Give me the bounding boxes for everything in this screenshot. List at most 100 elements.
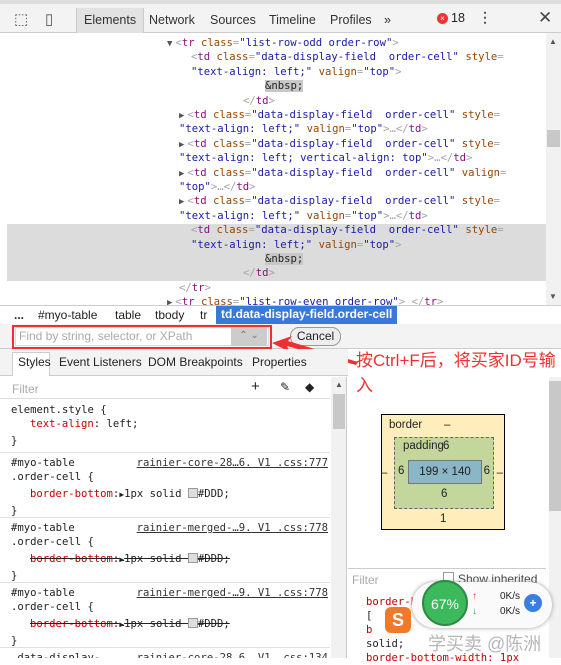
expand-toggle-icon[interactable]: ▼ (167, 39, 172, 49)
code-token: "list-row-even order-row" (239, 296, 399, 305)
code-token: class (194, 296, 233, 305)
dom-node-line[interactable]: ▶ <tr class="list-row-even order-row"> </… (7, 295, 546, 305)
code-token: class (206, 195, 245, 208)
dom-node-line[interactable]: </td> (7, 94, 546, 108)
breadcrumb: ... #myo-table table tbody tr td.data-di… (0, 305, 561, 324)
tab-styles[interactable]: Styles (18, 355, 51, 369)
dom-node-line[interactable]: <td class="data-display-field order-cell… (7, 50, 546, 64)
breadcrumb-ellipsis[interactable]: ... (14, 308, 24, 322)
code-token: "top" (179, 181, 211, 193)
tab-network[interactable]: Network (142, 8, 202, 33)
code-token: &nbsp; (265, 253, 304, 265)
rule-selector: #myo-table (11, 522, 75, 534)
dom-node-line[interactable]: "text-align: left;" valign="top"> (7, 238, 546, 252)
expand-toggle-icon[interactable]: ▶ (179, 169, 184, 179)
expand-toggle-icon[interactable]: ▶ (179, 197, 184, 207)
styles-scrollbar[interactable]: ▲ (331, 377, 347, 658)
padding-label: padding (403, 440, 444, 452)
error-count[interactable]: 18 (451, 11, 465, 25)
border-value: – (444, 419, 451, 431)
memory-gauge[interactable]: 67% (422, 580, 468, 626)
style-rule: #myo-table rainier-core-28…6. V1 .css:777… (0, 453, 330, 518)
dom-node-line[interactable]: ▶ <td class="data-display-field order-cel… (7, 194, 546, 208)
styles-filter-input[interactable]: Filter (12, 382, 39, 396)
scroll-thumb[interactable] (547, 130, 560, 147)
rule-source-link[interactable]: rainier-core-28…6. V1 .css:134 (137, 651, 328, 658)
code-token: valign (455, 166, 501, 179)
style-property[interactable]: border-bottom:▶1px solid #DDD; (30, 487, 230, 501)
device-mode-icon[interactable]: ▯ (45, 10, 53, 28)
dom-node-line[interactable]: "top">…</td> (7, 180, 546, 194)
expand-toggle-icon[interactable]: ▶ (167, 298, 172, 305)
dom-node-line[interactable]: "text-align: left;" valign="top"> (7, 65, 546, 79)
dom-node-line[interactable]: "text-align: left; vertical-align: top">… (7, 151, 546, 165)
code-token: "top" (363, 238, 396, 251)
dom-node-line[interactable]: &nbsp; (7, 252, 546, 266)
rule-source-link[interactable]: rainier-merged-…9. V1 .css:778 (137, 521, 328, 535)
error-icon[interactable]: × (437, 13, 448, 24)
menu-kebab-icon[interactable]: ⋮ (478, 9, 492, 26)
tab-timeline[interactable]: Timeline (262, 8, 323, 33)
breadcrumb-tr[interactable]: tr (200, 308, 207, 322)
dom-node-line[interactable]: ▶ <td class="data-display-field order-cel… (7, 108, 546, 122)
tab-event-listeners[interactable]: Event Listeners (59, 355, 142, 369)
rule-source-link[interactable]: rainier-core-28…6. V1 .css:777 (137, 456, 328, 470)
style-property[interactable]: border-bottom:▶1px solid #DDD; (30, 617, 230, 631)
dom-node-line[interactable]: </td> (7, 266, 546, 280)
rule-close-brace: } (11, 570, 18, 582)
padding-left: 6 (398, 465, 405, 477)
style-property[interactable]: border-bottom:▶1px solid #DDD; (30, 552, 230, 566)
computed-filter-input[interactable]: Filter (352, 573, 379, 587)
dom-node-line[interactable]: &nbsp; (7, 79, 546, 93)
breadcrumb-table[interactable]: table (115, 308, 141, 322)
sogou-ime-icon[interactable]: S (385, 607, 411, 633)
tab-dom-breakpoints[interactable]: DOM Breakpoints (148, 355, 243, 369)
new-rule-icon[interactable]: + (251, 378, 260, 395)
dom-node-line[interactable]: "text-align: left;" valign="top">…</td> (7, 209, 546, 223)
code-token: > (249, 181, 256, 193)
inspect-element-icon[interactable]: ⬚ (14, 10, 28, 28)
breadcrumb-td[interactable]: td.data-display-field.order-cell (216, 306, 398, 324)
tab-profiles[interactable]: Profiles (323, 8, 379, 33)
dom-node-line[interactable]: "text-align: left;" valign="top">…</td> (7, 122, 546, 136)
dom-node-line[interactable]: ▼ <tr class="list-row-odd order-row"> (7, 36, 546, 50)
dom-node-line[interactable]: ▶ <td class="data-display-field order-cel… (7, 166, 546, 180)
expand-toggle-icon[interactable]: ▶ (179, 111, 184, 121)
code-token: > (268, 267, 275, 280)
tab-elements[interactable]: Elements (76, 8, 145, 33)
expand-toggle-icon[interactable]: ▶ (179, 140, 184, 150)
rule-source-link[interactable]: rainier-merged-…9. V1 .css:778 (137, 586, 328, 600)
scroll-thumb[interactable] (333, 394, 345, 429)
code-token: class (206, 137, 245, 150)
pin-icon[interactable]: ✎ (280, 380, 290, 394)
computed-scrollbar[interactable] (549, 377, 561, 658)
dom-node-line[interactable]: </tr> (7, 281, 546, 295)
toggle-element-state-icon[interactable]: ◆ (305, 380, 314, 394)
more-tabs-button[interactable]: » (377, 8, 398, 33)
code-token: = (493, 109, 501, 121)
color-swatch[interactable] (187, 618, 198, 628)
dom-scrollbar[interactable]: ▲ ▼ (546, 33, 561, 305)
rule-selector: element.style { (11, 404, 107, 416)
tab-properties[interactable]: Properties (252, 355, 307, 369)
code-token: = (497, 51, 504, 64)
color-swatch[interactable] (187, 553, 198, 563)
dom-node-line[interactable]: ▶ <td class="data-display-field order-cel… (7, 137, 546, 151)
add-icon[interactable]: + (524, 594, 542, 612)
color-swatch[interactable] (187, 488, 198, 498)
watermark: 学买卖 @陈洲 (428, 634, 542, 654)
close-icon[interactable]: ✕ (538, 8, 552, 28)
code-token: "data-display-field order-cell" (251, 137, 456, 150)
tab-sources[interactable]: Sources (203, 8, 263, 33)
code-token: "data-display-field order-cell" (251, 109, 456, 121)
border-bottom: 1 (440, 513, 447, 525)
code-token: = (493, 137, 501, 150)
code-token: style (455, 195, 494, 208)
styles-filter: Filter + ✎ ◆ (0, 377, 330, 399)
dom-tree[interactable]: ▼ <tr class="list-row-odd order-row"> <td … (7, 33, 546, 305)
annotation-highlight-box (12, 325, 272, 349)
breadcrumb-tbody[interactable]: tbody (155, 308, 184, 322)
dom-node-line[interactable]: <td class="data-display-field order-cell… (7, 223, 546, 237)
style-property[interactable]: text-align: left; (30, 417, 138, 431)
breadcrumb-myo-table[interactable]: #myo-table (38, 308, 97, 322)
